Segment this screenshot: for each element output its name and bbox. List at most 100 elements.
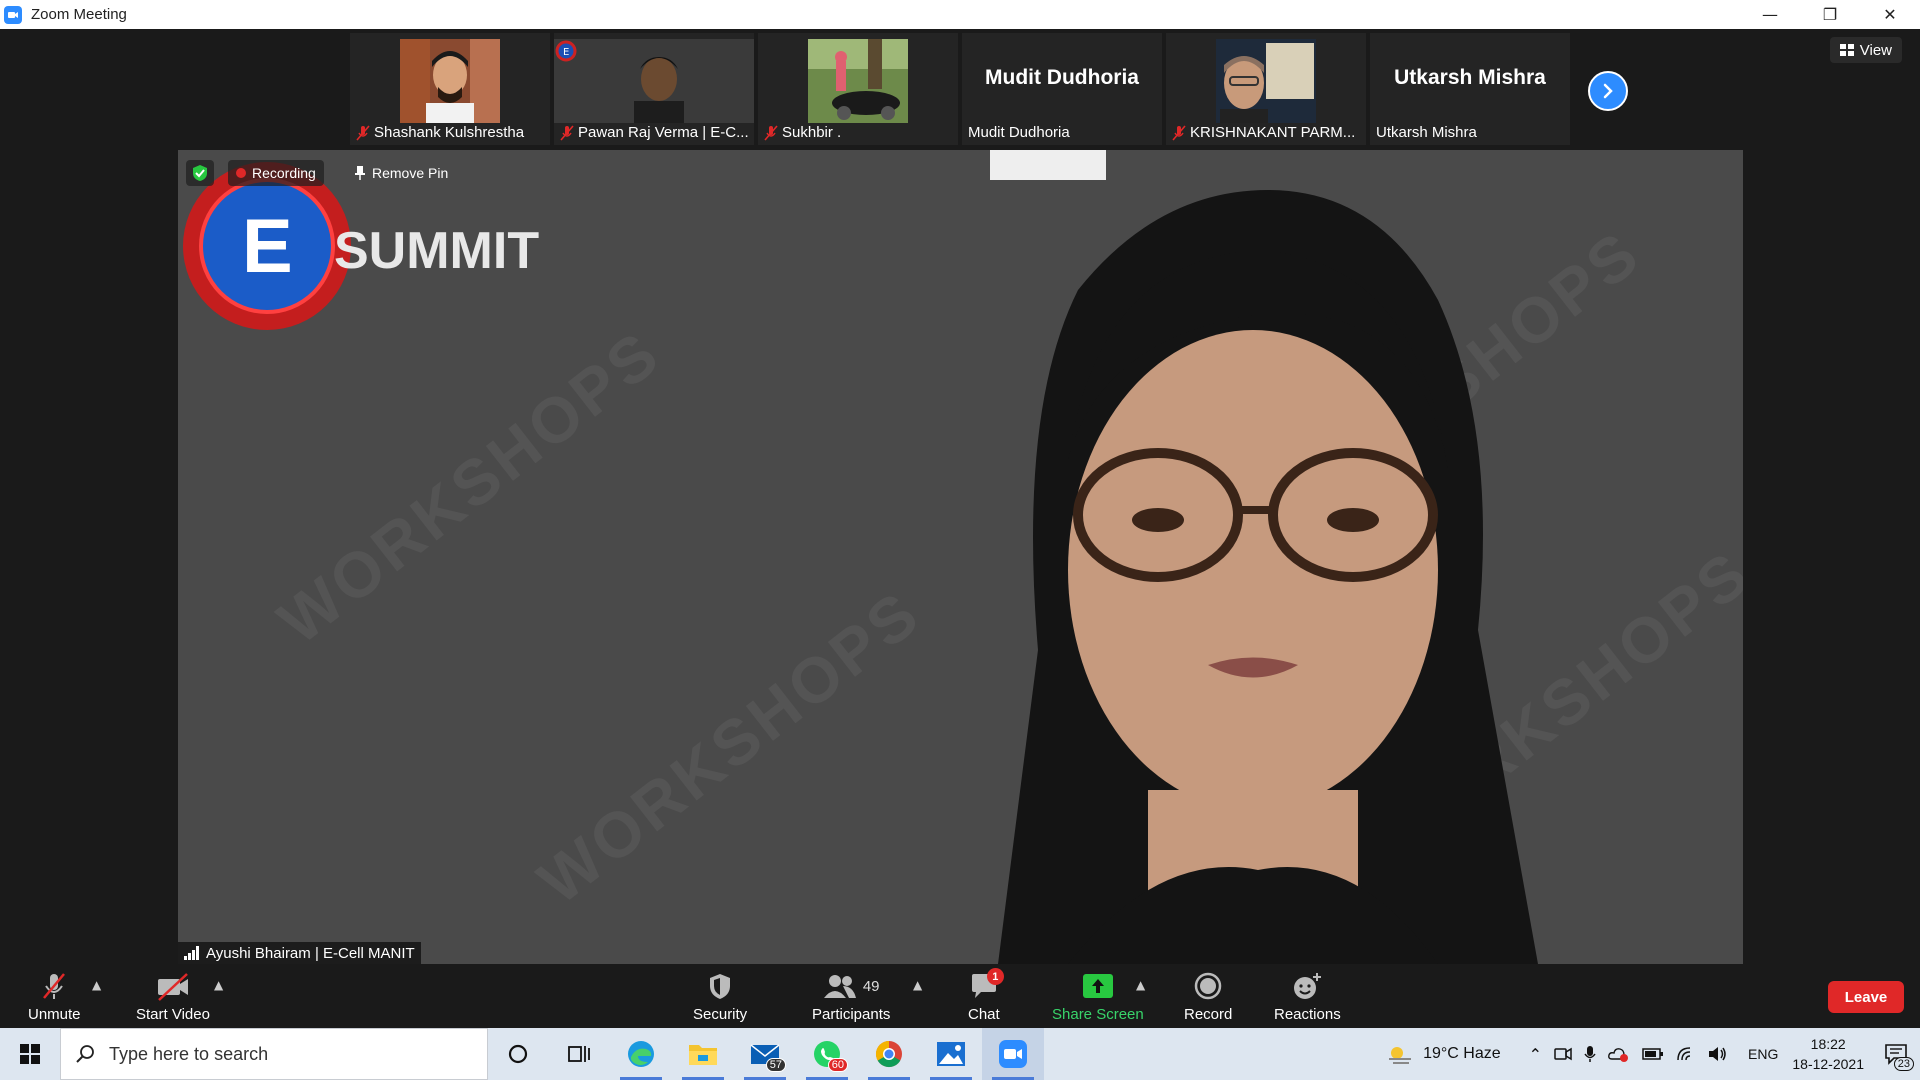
- taskbar-edge-app[interactable]: [610, 1028, 672, 1080]
- participants-button[interactable]: 49 Participants: [812, 970, 890, 1023]
- participant-video: E: [554, 39, 754, 123]
- volume-tray-icon[interactable]: [1708, 1046, 1728, 1062]
- cloud-error-icon: [1608, 1048, 1629, 1062]
- speaker-name: Ayushi Bhairam | E-Cell MANIT: [206, 944, 415, 962]
- recording-indicator: Recording: [228, 160, 324, 186]
- network-error-tray-icon[interactable]: [1608, 1045, 1630, 1063]
- video-options-caret[interactable]: ▲: [214, 978, 223, 992]
- participant-name: Utkarsh Mishra: [1376, 124, 1477, 141]
- microphone-tray-icon[interactable]: [1584, 1045, 1596, 1063]
- security-button[interactable]: Security: [693, 970, 747, 1023]
- grid-view-icon: [1839, 44, 1854, 56]
- unmute-button[interactable]: Unmute: [28, 970, 81, 1023]
- reactions-button[interactable]: Reactions: [1274, 970, 1341, 1023]
- taskbar-whatsapp-app[interactable]: 60: [796, 1028, 858, 1080]
- pin-icon: [355, 166, 365, 180]
- start-button[interactable]: [0, 1028, 60, 1080]
- participants-options-caret[interactable]: ▲: [913, 978, 922, 992]
- view-label: View: [1859, 41, 1892, 59]
- chat-label: Chat: [968, 1006, 1000, 1023]
- logo-text: SUMMIT: [334, 222, 539, 280]
- share-screen-icon: [1082, 974, 1113, 998]
- shield-icon: [710, 974, 731, 999]
- windows-logo-icon: [20, 1044, 40, 1064]
- cortana-button[interactable]: [488, 1028, 548, 1080]
- system-tray: 19°C Haze ⌃ ENG 18:22 18-12-2021 23: [1381, 1028, 1920, 1080]
- taskbar-file-explorer-app[interactable]: [672, 1028, 734, 1080]
- svg-text:E: E: [563, 47, 569, 58]
- record-label: Record: [1184, 1006, 1233, 1023]
- participant-name: Pawan Raj Verma | E-C...: [578, 124, 749, 141]
- taskbar-zoom-app[interactable]: [982, 1028, 1044, 1080]
- participant-video: [400, 39, 500, 123]
- unmute-label: Unmute: [28, 1006, 81, 1023]
- speaker-name-label: Ayushi Bhairam | E-Cell MANIT: [178, 942, 421, 964]
- speaker-volume-icon: [1709, 1047, 1726, 1061]
- clock-date: 18-12-2021: [1792, 1056, 1864, 1072]
- input-language[interactable]: ENG: [1748, 1046, 1778, 1062]
- share-screen-button[interactable]: Share Screen: [1052, 970, 1144, 1023]
- mic-muted-icon: [1172, 124, 1186, 141]
- participant-name: KRISHNAKANT PARM...: [1190, 124, 1356, 141]
- participant-name: Mudit Dudhoria: [968, 124, 1070, 141]
- taskbar-search-box[interactable]: Type here to search: [60, 1028, 488, 1080]
- record-icon: [1194, 972, 1222, 1000]
- next-page-button[interactable]: [1588, 71, 1628, 111]
- main-speaker-video[interactable]: WORKSHOPS WORKSHOPS WORKSHOPS WORKSHOPS: [178, 150, 1743, 964]
- task-view-button[interactable]: [548, 1028, 610, 1080]
- share-screen-label: Share Screen: [1052, 1006, 1144, 1023]
- mail-unread-count: 57: [765, 1058, 786, 1072]
- view-button[interactable]: View: [1829, 37, 1902, 63]
- signal-strength-icon: [184, 946, 199, 960]
- window-title: Zoom Meeting: [31, 6, 127, 23]
- watermark-text: WORKSHOPS: [264, 316, 674, 658]
- clock-time: 18:22: [1810, 1036, 1846, 1052]
- share-options-caret[interactable]: ▲: [1136, 978, 1145, 992]
- mic-muted-icon: [764, 124, 778, 141]
- video-off-icon: [157, 973, 188, 1001]
- wifi-icon: [1677, 1047, 1691, 1061]
- task-view-icon: [568, 1046, 590, 1062]
- weather-widget[interactable]: 19°C Haze: [1387, 1043, 1501, 1065]
- participant-name: Sukhbir .: [782, 124, 842, 141]
- meeting-area: Shashank Kulshrestha E Pawan Raj Verma |…: [0, 29, 1920, 964]
- restore-button[interactable]: ❐: [1800, 0, 1860, 29]
- record-dot-icon: [236, 168, 246, 178]
- chevron-right-icon: [1603, 83, 1613, 99]
- notifications-button[interactable]: 23: [1884, 1043, 1914, 1071]
- taskbar-clock[interactable]: 18:22 18-12-2021: [1792, 1034, 1864, 1074]
- close-button[interactable]: ✕: [1860, 0, 1920, 29]
- battery-tray-icon[interactable]: [1642, 1047, 1664, 1061]
- participant-video: [1216, 39, 1316, 123]
- audio-options-caret[interactable]: ▲: [92, 978, 101, 992]
- zoom-app-icon: [4, 5, 22, 24]
- participant-tile[interactable]: Sukhbir .: [758, 33, 958, 145]
- taskbar-photos-app[interactable]: [920, 1028, 982, 1080]
- show-hidden-icons-button[interactable]: ⌃: [1529, 1045, 1542, 1064]
- participant-tile[interactable]: Utkarsh Mishra Utkarsh Mishra: [1370, 33, 1570, 145]
- participant-strip: Shashank Kulshrestha E Pawan Raj Verma |…: [350, 33, 1570, 145]
- chat-unread-badge: 1: [986, 968, 1004, 985]
- remove-pin-button[interactable]: Remove Pin: [346, 160, 456, 186]
- mic-muted-icon: [43, 973, 66, 999]
- haze-weather-icon: [1389, 1047, 1412, 1064]
- leave-button[interactable]: Leave: [1828, 981, 1904, 1013]
- camera-icon: [1554, 1047, 1572, 1061]
- meet-now-tray-icon[interactable]: [1554, 1046, 1572, 1062]
- participant-tile[interactable]: KRISHNAKANT PARM...: [1166, 33, 1366, 145]
- participant-name: Shashank Kulshrestha: [374, 124, 525, 141]
- zoom-app-icon: [999, 1040, 1027, 1068]
- weather-text: 19°C Haze: [1423, 1045, 1501, 1062]
- wifi-tray-icon[interactable]: [1676, 1046, 1696, 1062]
- chrome-icon: [875, 1040, 902, 1068]
- edge-browser-icon: [628, 1041, 654, 1067]
- record-button[interactable]: Record: [1184, 970, 1232, 1023]
- participant-tile[interactable]: E Pawan Raj Verma | E-C...: [554, 33, 754, 145]
- participant-tile[interactable]: Mudit Dudhoria Mudit Dudhoria: [962, 33, 1162, 145]
- participant-tile[interactable]: Shashank Kulshrestha: [350, 33, 550, 145]
- start-video-button[interactable]: Start Video: [136, 970, 210, 1023]
- taskbar-chrome-app[interactable]: [858, 1028, 920, 1080]
- taskbar-mail-app[interactable]: 57: [734, 1028, 796, 1080]
- chat-button[interactable]: 1 Chat: [968, 968, 1004, 1023]
- minimize-button[interactable]: —: [1740, 0, 1800, 29]
